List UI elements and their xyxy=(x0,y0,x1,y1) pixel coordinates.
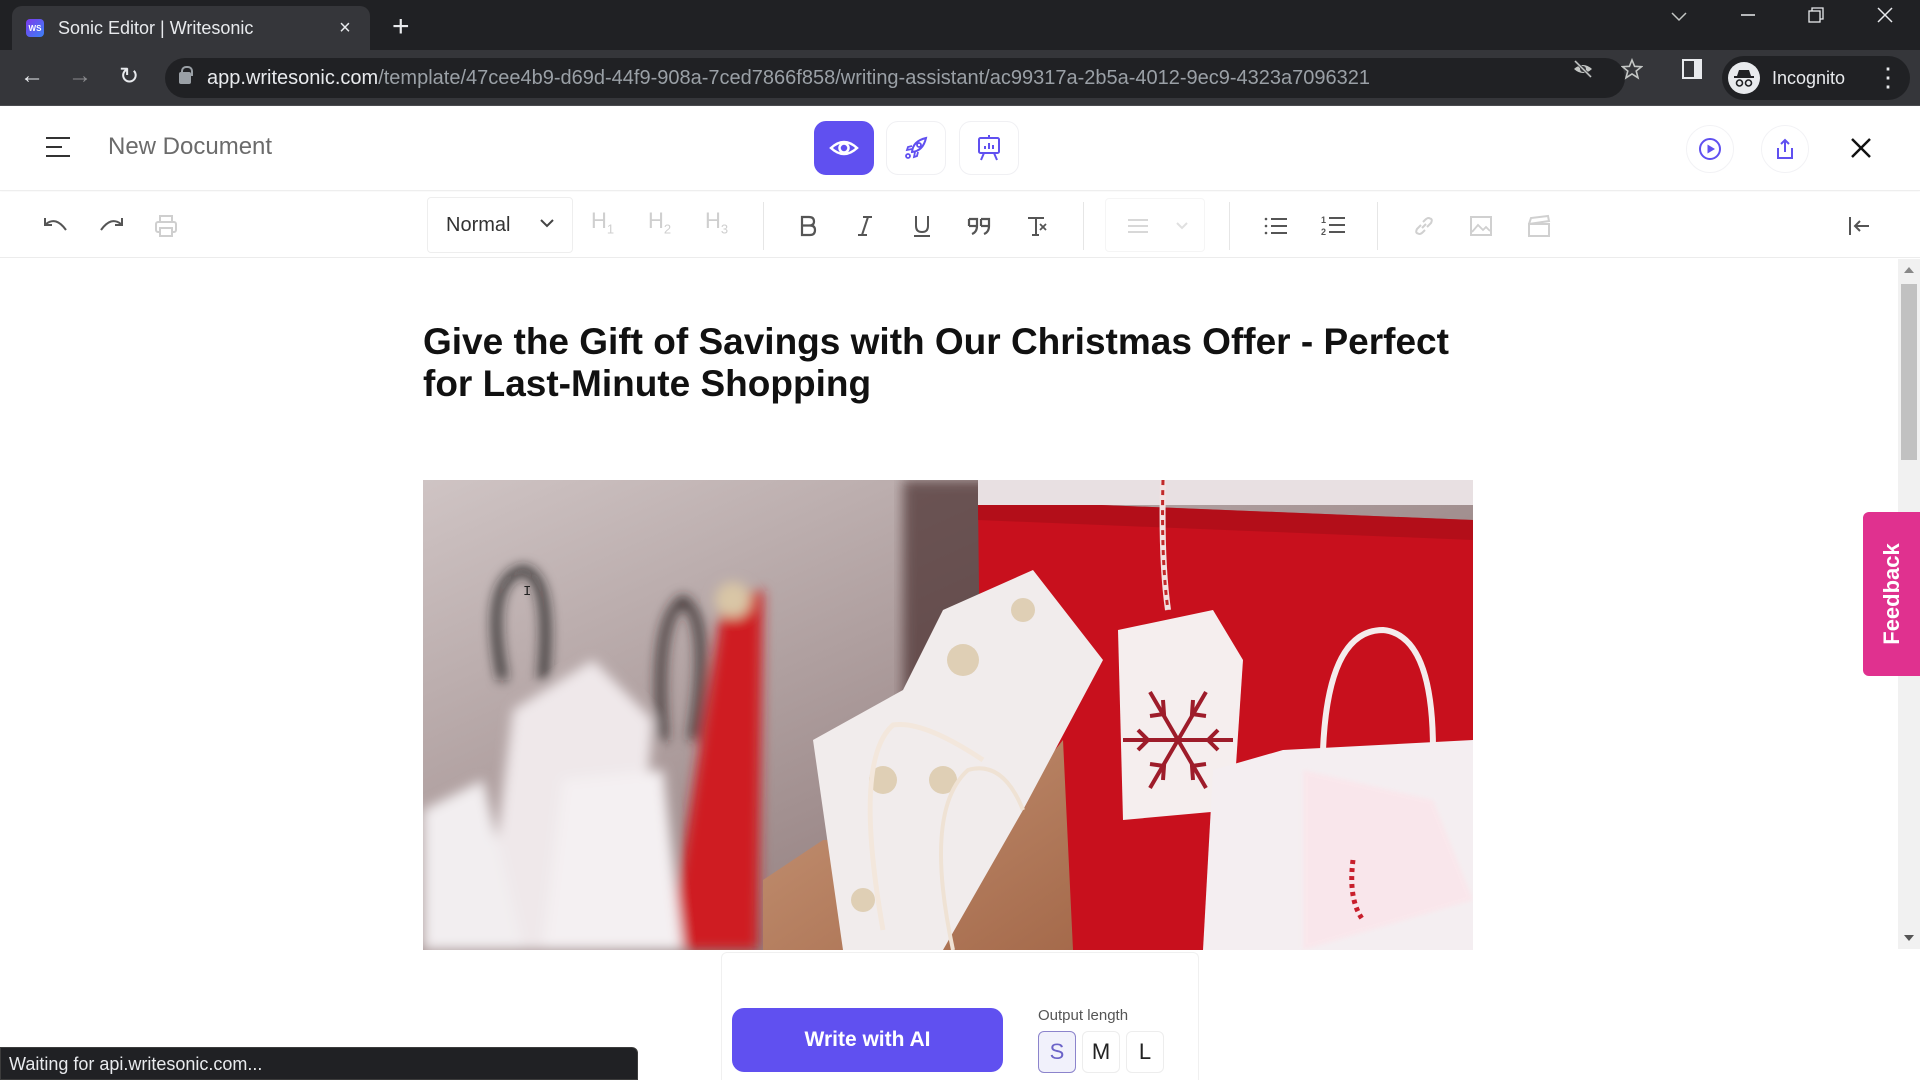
toolbar-divider xyxy=(1083,202,1084,250)
presentation-mode-button[interactable] xyxy=(959,121,1019,175)
blockquote-button[interactable] xyxy=(963,210,995,242)
rocket-icon xyxy=(905,136,928,159)
browser-status-bar: Waiting for api.writesonic.com... xyxy=(0,1047,638,1080)
hamburger-menu-icon[interactable] xyxy=(46,137,70,157)
heading-3-button[interactable]: H3 xyxy=(705,208,728,236)
format-toolbar: Normal H1 H2 H3 12 xyxy=(0,192,1920,258)
document-title[interactable]: New Document xyxy=(108,133,272,161)
redo-button[interactable] xyxy=(95,210,127,242)
output-length-medium[interactable]: M xyxy=(1082,1031,1120,1073)
browser-tab[interactable]: WS Sonic Editor | Writesonic × xyxy=(12,6,370,50)
rocket-mode-button[interactable] xyxy=(886,121,946,175)
text-style-dropdown[interactable]: Normal xyxy=(427,197,573,253)
output-length-small[interactable]: S xyxy=(1038,1031,1076,1073)
browser-menu-icon[interactable]: ⋮ xyxy=(1872,62,1904,93)
quote-icon xyxy=(967,217,991,236)
document-image[interactable]: I xyxy=(423,480,1473,950)
insert-link-button[interactable] xyxy=(1408,210,1440,242)
tab-search-icon[interactable] xyxy=(1656,6,1702,29)
close-icon xyxy=(1851,138,1871,158)
feedback-button[interactable]: Feedback xyxy=(1863,512,1920,676)
address-bar[interactable]: app.writesonic.com/template/47cee4b9-d69… xyxy=(165,58,1625,98)
insert-image-button[interactable] xyxy=(1465,210,1497,242)
preview-mode-button[interactable] xyxy=(814,121,874,175)
tab-close-icon[interactable]: × xyxy=(334,17,356,40)
scroll-up-arrow-icon[interactable] xyxy=(1904,267,1914,273)
window-close-button[interactable] xyxy=(1862,6,1908,30)
video-clapper-icon xyxy=(1528,214,1551,237)
print-button[interactable] xyxy=(150,210,182,242)
print-icon xyxy=(155,215,177,237)
ai-writing-panel: Write with AI Output length S M L xyxy=(721,952,1199,1080)
forward-button[interactable]: → xyxy=(64,62,96,90)
link-icon xyxy=(1415,217,1433,235)
bullet-list-icon xyxy=(1264,217,1287,235)
bold-icon xyxy=(800,215,817,237)
svg-text:2: 2 xyxy=(1321,227,1326,237)
christmas-shopping-bags-image: I xyxy=(423,480,1473,950)
upload-share-icon xyxy=(1777,138,1793,159)
app-header: New Document xyxy=(0,107,1920,191)
play-circle-icon xyxy=(1699,138,1721,160)
clear-formatting-button[interactable] xyxy=(1021,210,1053,242)
scrollbar-thumb[interactable] xyxy=(1901,284,1917,460)
minimize-button[interactable] xyxy=(1725,6,1771,30)
back-button[interactable]: ← xyxy=(16,62,48,90)
tab-title: Sonic Editor | Writesonic xyxy=(58,17,254,38)
browser-toolbar: ← → ↻ app.writesonic.com/template/47cee4… xyxy=(0,50,1920,106)
browser-tab-bar: WS Sonic Editor | Writesonic × + xyxy=(0,0,1920,50)
toolbar-divider xyxy=(1229,202,1230,250)
close-editor-button[interactable] xyxy=(1846,133,1876,163)
heading-1-button[interactable]: H1 xyxy=(591,208,614,236)
side-panel-icon[interactable] xyxy=(1681,58,1703,86)
numbered-list-button[interactable]: 12 xyxy=(1317,210,1349,242)
new-tab-button[interactable]: + xyxy=(392,10,410,44)
undo-icon xyxy=(44,218,67,231)
image-icon xyxy=(1470,216,1492,236)
bold-button[interactable] xyxy=(792,210,824,242)
feedback-label: Feedback xyxy=(1878,543,1904,645)
toolbar-divider xyxy=(763,202,764,250)
reload-button[interactable]: ↻ xyxy=(113,62,145,91)
text-align-dropdown[interactable] xyxy=(1105,198,1205,252)
underline-button[interactable] xyxy=(906,210,938,242)
insert-video-button[interactable] xyxy=(1523,210,1555,242)
toolbar-divider xyxy=(1377,202,1378,250)
collapse-panel-button[interactable] xyxy=(1843,210,1875,242)
numbered-list-icon: 12 xyxy=(1321,215,1345,237)
document-heading[interactable]: Give the Gift of Savings with Our Christ… xyxy=(423,321,1483,405)
italic-icon xyxy=(858,216,872,236)
restore-button[interactable] xyxy=(1793,6,1839,30)
svg-text:1: 1 xyxy=(1321,215,1326,225)
svg-text:I: I xyxy=(523,584,531,600)
lock-icon[interactable] xyxy=(179,66,193,84)
play-button[interactable] xyxy=(1686,125,1734,173)
underline-icon xyxy=(914,216,930,237)
tracking-protection-eye-slash-icon[interactable] xyxy=(1572,58,1594,86)
text-style-value: Normal xyxy=(446,213,511,236)
align-left-icon xyxy=(1128,219,1148,233)
share-export-button[interactable] xyxy=(1761,125,1809,173)
heading-2-button[interactable]: H2 xyxy=(648,208,671,236)
presentation-icon xyxy=(978,135,1000,161)
write-with-ai-button[interactable]: Write with AI xyxy=(732,1008,1003,1072)
bookmark-star-icon[interactable] xyxy=(1620,57,1644,86)
output-length-label: Output length xyxy=(1038,1007,1129,1024)
collapse-left-icon xyxy=(1849,217,1869,235)
redo-icon xyxy=(100,218,123,231)
chevron-down-icon xyxy=(540,219,554,228)
bullet-list-button[interactable] xyxy=(1260,210,1292,242)
chevron-down-icon xyxy=(1176,222,1188,230)
italic-button[interactable] xyxy=(849,210,881,242)
writesonic-favicon-icon: WS xyxy=(26,19,44,37)
scroll-down-arrow-icon[interactable] xyxy=(1904,935,1914,941)
clear-format-icon xyxy=(1028,217,1047,236)
url-text[interactable]: app.writesonic.com/template/47cee4b9-d69… xyxy=(207,67,1370,90)
undo-button[interactable] xyxy=(40,210,72,242)
incognito-icon xyxy=(1728,62,1760,94)
eye-icon xyxy=(829,140,859,156)
output-length-large[interactable]: L xyxy=(1126,1031,1164,1073)
incognito-label: Incognito xyxy=(1772,67,1846,88)
